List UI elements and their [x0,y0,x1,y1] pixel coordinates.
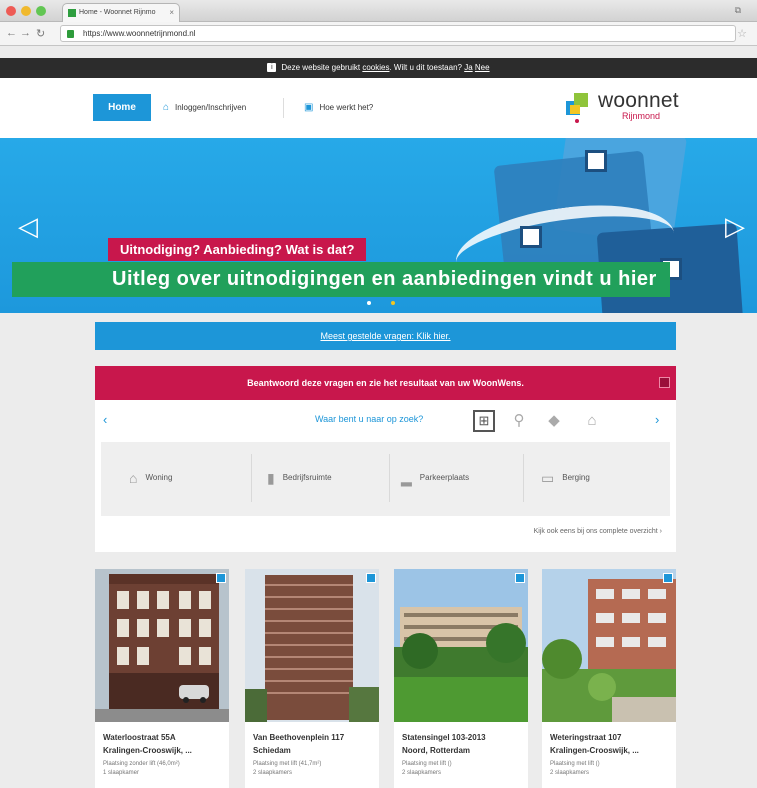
cookie-decline-link[interactable]: Nee [475,63,490,72]
building-icon: ▮ [267,470,275,486]
listing-photo [394,569,528,722]
listing-card[interactable]: Statensingel 103-2013 Noord, Rotterdam Pl… [394,569,528,788]
option-label: Berging [562,473,590,483]
tab-title: Home - Woonnet Rijnmo [79,9,156,16]
option-divider [389,454,390,502]
option-parkeerplaats[interactable]: ▂ Parkeerplaats [401,464,469,492]
hero-title[interactable]: Uitleg over uitnodigingen en aanbiedinge… [12,262,670,297]
user-icon[interactable]: ⧉ [735,5,741,16]
survey-heading: Beantwoord deze vragen en zie het result… [247,378,524,388]
listing-address: Waterloostraat 55A Kralingen-Crooswijk, .… [103,733,192,755]
info-square-icon: ▣ [304,102,314,113]
favicon-icon [68,9,76,17]
survey-question-row: ‹ Waar bent u naar op zoek? ⊞ ⚲ ◆ ⌂ › [95,400,676,440]
listing-meta: Plaatsing zonder lift (46,0m²) 1 slaapkam… [103,761,180,776]
logo-subtext: Rijnmond [622,111,661,121]
listing-photo [95,569,229,722]
lock-icon [67,30,74,38]
listing-card[interactable]: Waterloostraat 55A Kralingen-Crooswijk, .… [95,569,229,788]
nav-login[interactable]: ⌂ Inloggen/Inschrijven [163,94,246,121]
favorite-badge-icon[interactable] [366,573,376,583]
favorite-badge-icon[interactable] [515,573,525,583]
listing-card[interactable]: Weteringstraat 107 Kralingen-Crooswijk, .… [542,569,676,788]
bookmark-star-icon[interactable]: ☆ [737,27,747,40]
survey-options: ⌂ Woning ▮ Bedrijfsruimte ▂ Parkeerplaats ▭… [101,442,670,516]
house-icon: ⌂ [129,470,138,486]
url-input[interactable]: https://www.woonnetrijnmond.nl [60,25,736,42]
browser-tab[interactable]: Home - Woonnet Rijnmo × [62,3,180,22]
listing-address: Statensingel 103-2013 Noord, Rotterdam [402,733,486,755]
carousel-dot[interactable] [367,301,371,305]
survey-header: Beantwoord deze vragen en zie het result… [95,366,676,400]
listing-photo [245,569,379,722]
site-header: Home ⌂ Inloggen/Inschrijven ▣ Hoe werkt he… [0,78,757,138]
location-pin-icon[interactable]: ⚲ [508,410,530,432]
zoom-window-button[interactable] [36,6,46,16]
reload-icon[interactable]: ↻ [36,27,45,40]
window-illustration [585,150,607,172]
survey-panel: ‹ Waar bent u naar op zoek? ⊞ ⚲ ◆ ⌂ › ⌂ W… [95,400,676,552]
option-label: Parkeerplaats [419,473,470,483]
survey-question: Waar bent u naar op zoek? [315,414,424,424]
favorite-badge-icon[interactable] [663,573,673,583]
headphones-icon: ⌂ [163,102,170,113]
close-tab-icon[interactable]: × [169,8,174,17]
parking-icon: ▂ [401,470,412,486]
window-illustration [520,226,542,248]
option-divider [523,454,524,502]
listing-address: Weteringstraat 107 Kralingen-Crooswijk, .… [550,733,639,755]
nav-how-it-works[interactable]: ▣ Hoe werkt het? [304,94,373,121]
cookie-accept-link[interactable]: Ja [464,63,472,72]
back-icon[interactable]: ← [6,27,17,39]
url-text: https://www.woonnetrijnmond.nl [83,29,196,38]
chevron-right-icon: › [659,528,662,535]
favorite-badge-icon[interactable] [216,573,226,583]
nav-login-label: Inloggen/Inschrijven [175,103,247,112]
listing-photo [542,569,676,722]
option-divider [251,454,252,502]
listing-card[interactable]: Van Beethovenplein 117 Schiedam Plaatsing… [245,569,379,788]
carousel-next-icon[interactable]: ▷ [725,211,745,242]
house-icon[interactable]: ⌂ [581,410,603,432]
home-button[interactable]: Home [93,94,151,121]
minimize-window-button[interactable] [21,6,31,16]
nav-divider [283,98,284,118]
overview-link[interactable]: Kijk ook eens bij ons complete overzicht… [534,528,662,535]
hero-tagline: Uitnodiging? Aanbieding? Wat is dat? [108,238,367,261]
hero-banner[interactable]: ◁ ▷ Uitnodiging? Aanbieding? Wat is dat?… [0,138,757,313]
option-label: Bedrijfsruimte [282,473,332,483]
carousel-prev-icon[interactable]: ◁ [18,211,38,242]
logo-text[interactable]: woonnet [598,89,679,113]
tag-icon[interactable]: ◆ [543,410,565,432]
nav-how-label: Hoe werkt het? [319,103,374,112]
forward-icon[interactable]: → [20,27,31,39]
cookie-question: . Wilt u dit toestaan? [389,63,462,72]
grid-icon[interactable]: ⊞ [473,410,495,432]
carousel-dots [367,292,415,310]
option-berging[interactable]: ▭ Berging [541,464,590,492]
storage-icon: ▭ [541,470,555,486]
woonnet-logo-icon[interactable] [566,93,590,123]
listing-meta: Plaatsing met lift () 2 slaapkamers [550,761,600,776]
listing-meta: Plaatsing met lift () 2 slaapkamers [402,761,452,776]
faq-link[interactable]: Meest gestelde vragen: Klik hier. [320,331,450,341]
overview-link-label: Kijk ook eens bij ons complete overzicht [533,528,658,535]
survey-next-icon[interactable]: › [655,412,659,427]
option-woning[interactable]: ⌂ Woning [129,464,172,492]
carousel-dot-active[interactable] [391,301,395,305]
address-bar: ← → ↻ https://www.woonnetrijnmond.nl ☆ [0,22,757,46]
listing-address: Van Beethovenplein 117 Schiedam [253,733,345,755]
collapse-survey-button[interactable] [659,377,670,388]
cookie-info-icon: i [267,63,277,73]
faq-bar: Meest gestelde vragen: Klik hier. [95,322,676,350]
option-bedrijfsruimte[interactable]: ▮ Bedrijfsruimte [267,464,332,492]
cookies-link[interactable]: cookies [362,63,389,72]
close-window-button[interactable] [6,6,16,16]
listing-meta: Plaatsing met lift (41,7m²) 2 slaapkamers [253,761,322,776]
cookie-text: Deze website gebruikt [281,63,361,72]
cookie-bar: i Deze website gebruikt cookies. Wilt u d… [0,58,757,78]
survey-prev-icon[interactable]: ‹ [103,412,107,427]
browser-titlebar: Home - Woonnet Rijnmo × ⧉ [0,0,757,22]
option-label: Woning [145,473,173,483]
